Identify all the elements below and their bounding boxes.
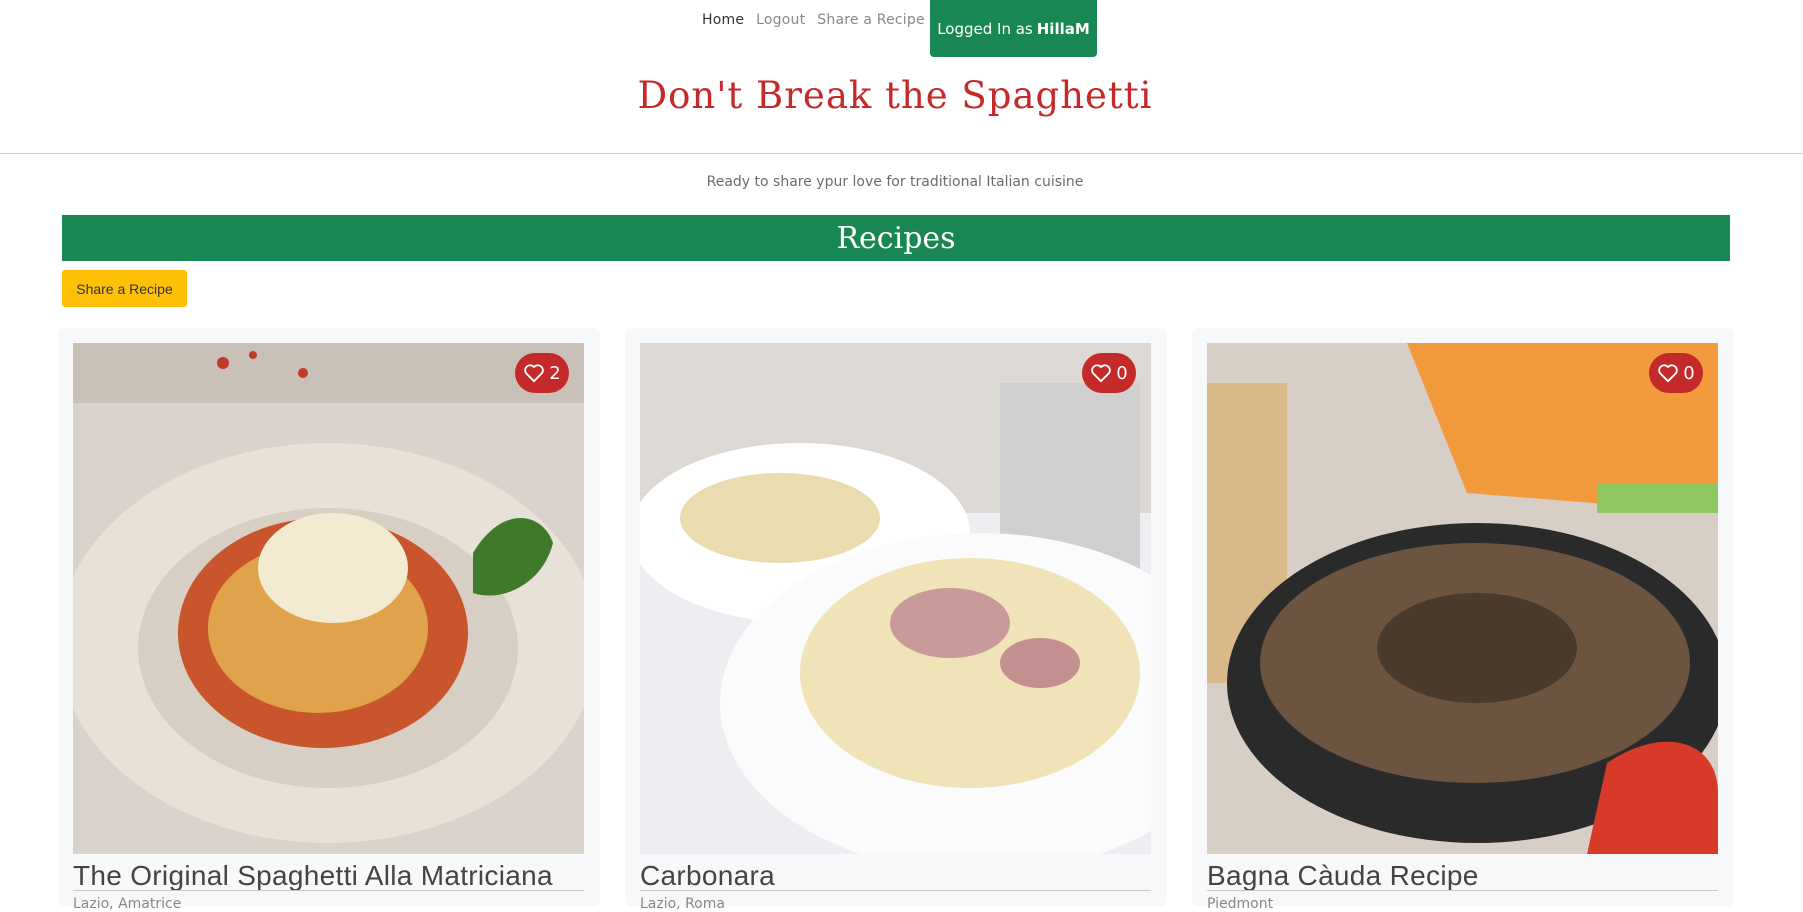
recipe-image[interactable]: 0 — [1207, 343, 1718, 854]
recipe-card[interactable]: 0 Bagna Càuda Recipe Piedmont — [1192, 328, 1734, 912]
card-divider — [73, 890, 584, 891]
tagline: Ready to share ypur love for traditional… — [706, 174, 1084, 190]
heart-icon — [1091, 364, 1112, 383]
recipe-region: Lazio, Roma — [640, 896, 725, 912]
recipes-heading-text: Recipes — [836, 220, 956, 256]
nav-links: Home Logout Share a Recipe — [702, 0, 925, 40]
nav-home-link[interactable]: Home — [702, 12, 744, 28]
like-button[interactable]: 0 — [1082, 353, 1136, 393]
site-title: Don't Break the Spaghetti — [637, 74, 1153, 117]
recipes-heading: Recipes — [62, 215, 1730, 261]
card-divider — [1207, 890, 1718, 891]
recipe-region: Lazio, Amatrice — [73, 896, 182, 912]
nav-share-recipe-link[interactable]: Share a Recipe — [817, 12, 924, 28]
recipe-image[interactable]: 0 — [640, 343, 1151, 854]
recipe-title[interactable]: Bagna Càuda Recipe — [1207, 860, 1718, 892]
header-divider — [0, 153, 1803, 154]
card-divider — [640, 890, 1151, 891]
recipe-title[interactable]: The Original Spaghetti Alla Matriciana — [73, 860, 584, 892]
username: HillaM — [1036, 19, 1090, 38]
like-button[interactable]: 2 — [515, 353, 569, 393]
logged-in-label: Logged In as — [937, 19, 1033, 38]
recipe-region: Piedmont — [1207, 896, 1274, 912]
like-button[interactable]: 0 — [1649, 353, 1703, 393]
heart-icon — [524, 364, 545, 383]
top-nav: Home Logout Share a Recipe Logged In as … — [0, 0, 1803, 58]
recipe-card[interactable]: 0 Carbonara Lazio, Roma — [625, 328, 1167, 912]
nav-logout-link[interactable]: Logout — [756, 12, 805, 28]
recipe-title[interactable]: Carbonara — [640, 860, 1151, 892]
recipe-card[interactable]: 2 The Original Spaghetti Alla Matriciana… — [58, 328, 600, 912]
heart-icon — [1658, 364, 1679, 383]
like-count: 0 — [1116, 362, 1128, 384]
like-count: 2 — [549, 362, 561, 384]
share-recipe-button[interactable]: Share a Recipe — [62, 270, 187, 307]
recipe-image[interactable]: 2 — [73, 343, 584, 854]
like-count: 0 — [1683, 362, 1695, 384]
logged-in-badge: Logged In as HillaM — [930, 0, 1097, 57]
